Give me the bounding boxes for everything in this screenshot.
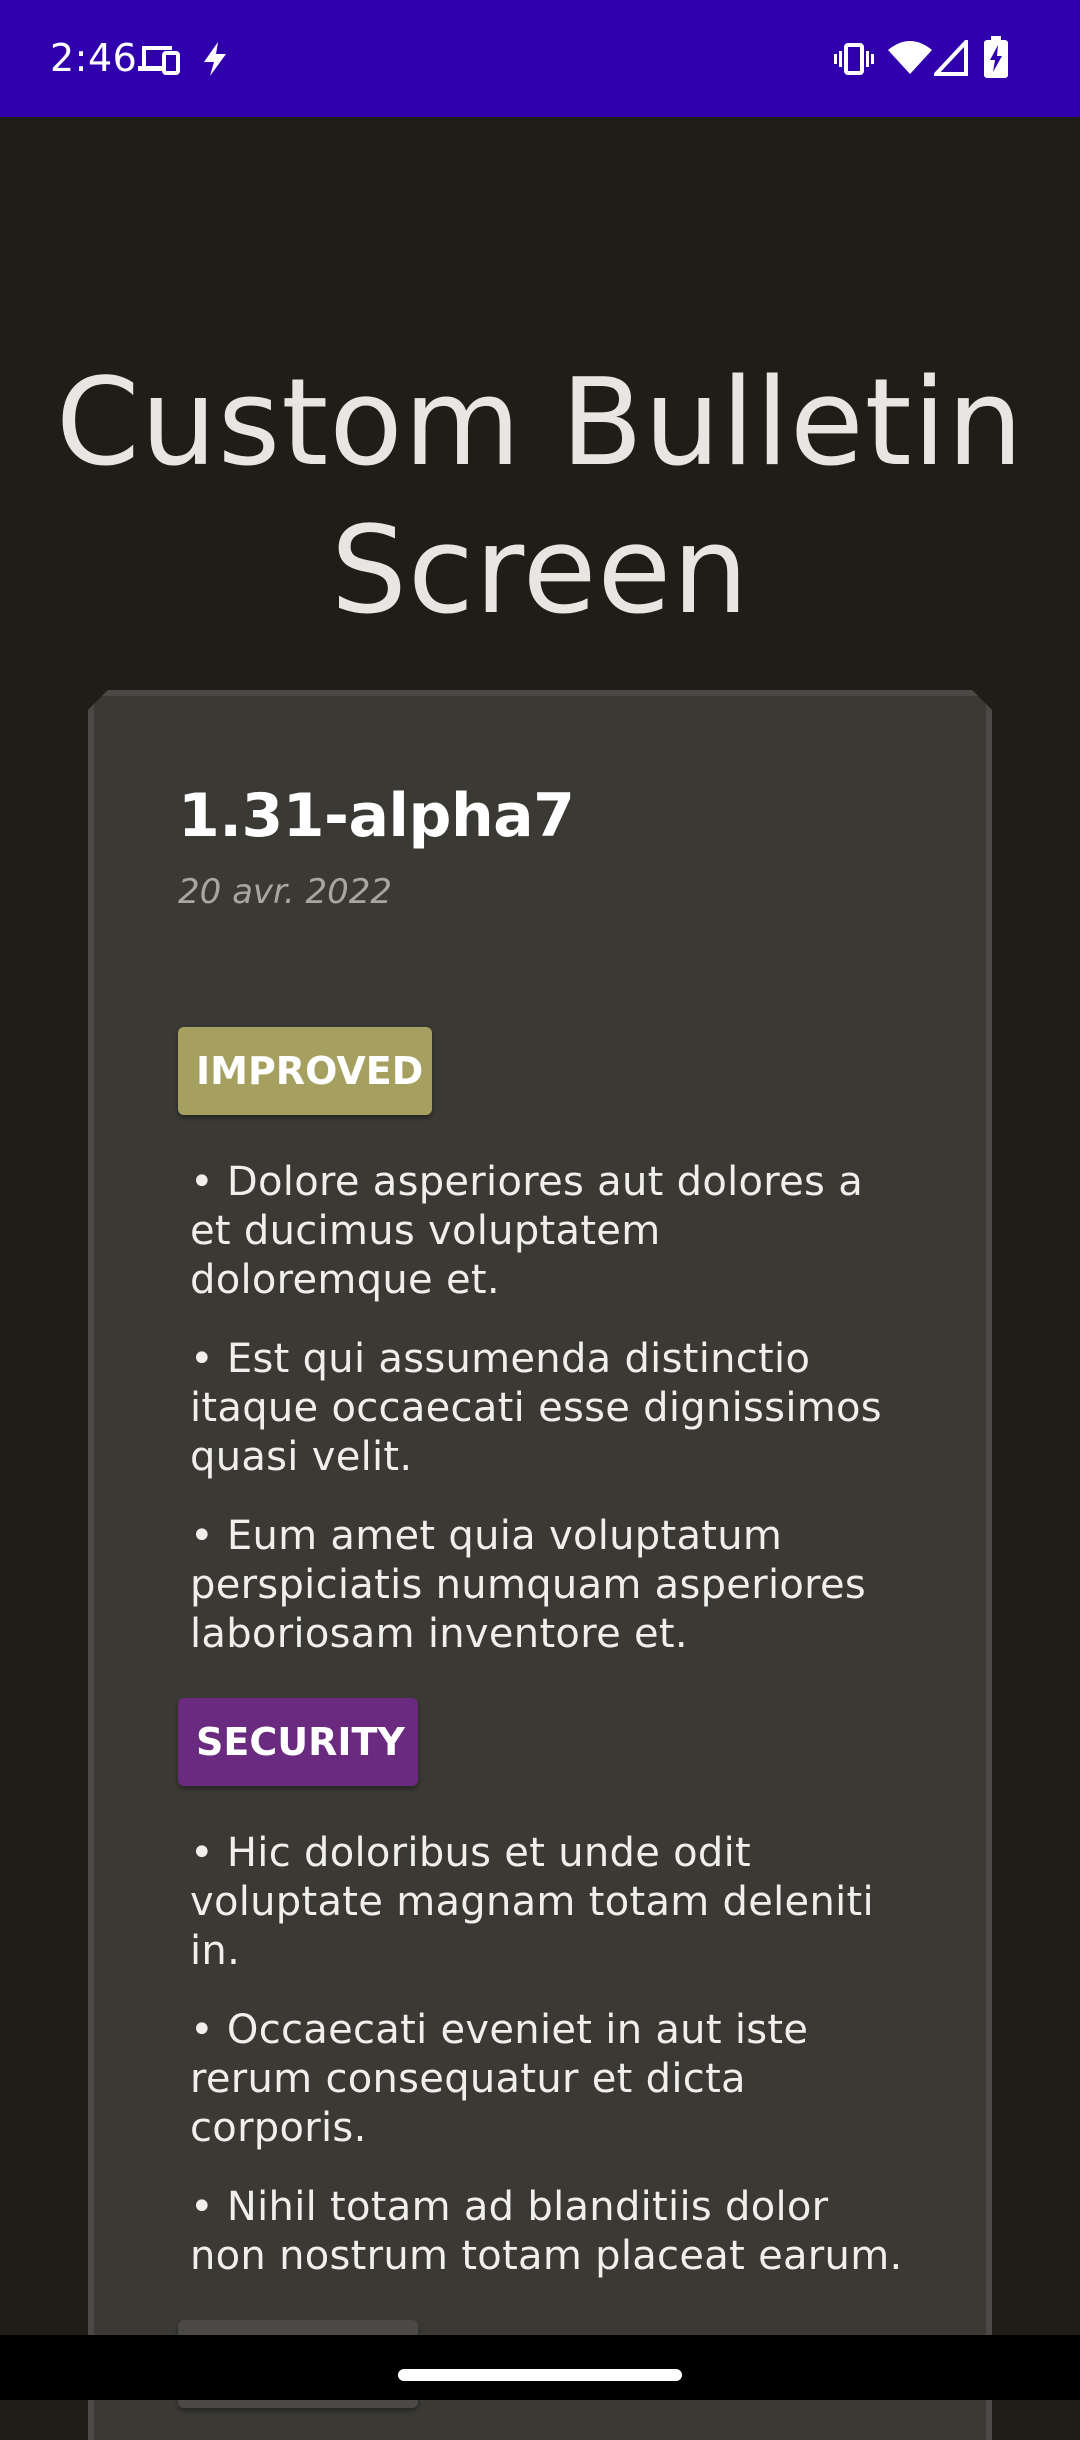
- wifi-icon: [888, 41, 932, 74]
- vibrate-icon: [834, 43, 874, 75]
- version-label: 1.31-alpha7: [178, 781, 575, 851]
- list-item: • Nihil totam ad blanditiis dolor non no…: [190, 2184, 903, 2279]
- signal-icon: [934, 40, 968, 76]
- status-time: 2:46: [50, 36, 138, 80]
- screen-title: Custom Bulletin Screen: [55, 354, 1025, 642]
- list-item: • Dolore asperiores aut dolores a et duc…: [190, 1159, 864, 1303]
- security-list: • Hic doloribus et unde odit voluptate m…: [190, 1829, 910, 2311]
- navigation-bar: [0, 2335, 1080, 2400]
- list-item: • Eum amet quia voluptatum perspiciatis …: [190, 1513, 867, 1657]
- improved-list: • Dolore asperiores aut dolores a et duc…: [190, 1158, 910, 1689]
- list-item: • Occaecati eveniet in aut iste rerum co…: [190, 2007, 809, 2151]
- devices-icon: [138, 46, 180, 75]
- list-item: • Hic doloribus et unde odit voluptate m…: [190, 1830, 874, 1974]
- release-date: 20 avr. 2022: [178, 872, 393, 912]
- list-item: • Est qui assumenda distinctio itaque oc…: [190, 1336, 882, 1480]
- improved-tag: IMPROVED: [178, 1027, 432, 1115]
- home-gesture-handle[interactable]: [398, 2369, 682, 2381]
- battery-charging-icon: [984, 36, 1008, 78]
- status-bar: 2:46: [0, 0, 1080, 117]
- security-tag: SECURITY: [178, 1698, 418, 1786]
- flash-icon: [204, 42, 226, 76]
